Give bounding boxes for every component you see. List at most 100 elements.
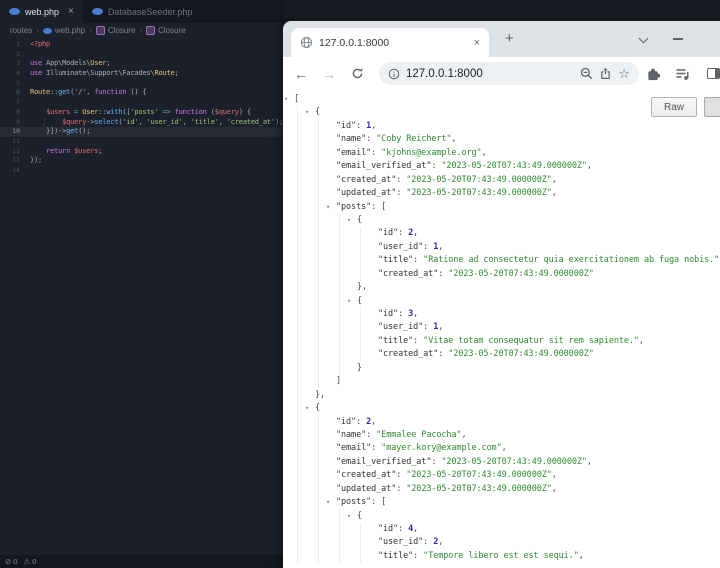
- code-line-2[interactable]: 2: [0, 50, 283, 60]
- bookmark-star-icon[interactable]: ☆: [618, 67, 630, 80]
- code-line-1[interactable]: 1 <?php: [0, 40, 283, 50]
- code-line-9[interactable]: 9 $query->select('id', 'user_id', 'title…: [0, 117, 283, 128]
- zoom-out-icon[interactable]: [580, 67, 593, 80]
- code-editor: web.php × DatabaseSeeder.php routes › we…: [0, 0, 283, 568]
- url-text: 127.0.0.1:8000: [406, 67, 483, 80]
- indent-guide: [360, 523, 361, 537]
- json-token: "email_verified_at": [336, 456, 432, 467]
- json-token: ,: [551, 174, 557, 185]
- json-line: ▾{: [283, 402, 720, 416]
- code-line-11[interactable]: 11: [0, 137, 283, 147]
- extensions-puzzle-icon[interactable]: [646, 57, 661, 90]
- indent-guide: [297, 106, 298, 120]
- indent-guide: [318, 549, 319, 564]
- code-line-10[interactable]: 10 }])->get();: [0, 127, 283, 137]
- code-area[interactable]: 1 <?php 2 3 use App\Models\User; 4 use Illumin…: [0, 40, 283, 176]
- collapse-toggle-icon[interactable]: ▾: [305, 106, 309, 119]
- breadcrumb-item-routes[interactable]: routes: [10, 26, 32, 35]
- collapse-toggle-icon[interactable]: ▾: [347, 295, 351, 308]
- collapse-toggle-icon[interactable]: ▾: [284, 93, 288, 106]
- browser-tab[interactable]: 127.0.0.1:8000 ×: [291, 28, 489, 57]
- json-token: :: [398, 228, 409, 239]
- json-line: "email_verified_at": "2023-05-20T07:43:4…: [283, 160, 720, 174]
- indent-guide: [339, 549, 340, 564]
- code-line-6[interactable]: 6 Route::get('/', function () {: [0, 88, 283, 98]
- line-number: 14: [12, 165, 20, 174]
- symbol-closure-icon: [146, 26, 156, 35]
- editor-tab-databaseseeder[interactable]: DatabaseSeeder.php: [83, 0, 202, 23]
- indent-guide: [318, 281, 319, 295]
- json-token: ,: [371, 120, 377, 131]
- code-line-3[interactable]: 3 use App\Models\User;: [0, 59, 283, 69]
- indent-guide: [318, 240, 319, 255]
- breadcrumb-item-closure[interactable]: Closure: [146, 26, 186, 35]
- indent-guide: [297, 375, 298, 389]
- breadcrumb-item-file[interactable]: web.php: [42, 26, 85, 35]
- json-line: "id": 4,: [283, 523, 720, 537]
- code-line-4[interactable]: 4 use Illuminate\Support\Facades\Route;: [0, 69, 283, 79]
- indent-guide: [318, 536, 319, 550]
- json-line: ▾{: [283, 106, 720, 120]
- json-token: ,: [413, 309, 419, 319]
- json-line: "title": "Tempore libero est est sequi."…: [283, 549, 720, 564]
- indent-guide: [318, 496, 319, 510]
- json-token: :: [438, 349, 449, 360]
- json-line: },: [283, 388, 720, 403]
- indent-guide: [360, 240, 361, 255]
- code-line-5[interactable]: 5: [0, 79, 283, 89]
- editor-tab-webphp[interactable]: web.php ×: [0, 0, 83, 23]
- json-token: "name": [336, 134, 367, 145]
- json-token: "kjohns@example.org": [381, 147, 482, 158]
- close-tab-icon[interactable]: ×: [68, 6, 74, 17]
- indent-guide: [297, 160, 298, 174]
- indent-guide: [297, 173, 298, 188]
- line-number: 4: [16, 69, 20, 78]
- code-line-7[interactable]: 7: [0, 98, 283, 108]
- json-token: :: [396, 470, 407, 481]
- json-line: "updated_at": "2023-05-20T07:43:49.00000…: [283, 482, 720, 497]
- editor-tab-bar: web.php × DatabaseSeeder.php: [0, 0, 283, 23]
- code-line-12[interactable]: 12 return $users;: [0, 147, 283, 157]
- json-token: "email_verified_at": [336, 161, 432, 172]
- editor-tab-label: web.php: [25, 6, 60, 17]
- collapse-toggle-icon[interactable]: ▾: [326, 201, 330, 214]
- json-token: ,: [501, 443, 507, 454]
- new-tab-button[interactable]: +: [505, 30, 514, 47]
- media-controls-icon[interactable]: [675, 57, 690, 90]
- breadcrumb-item-closure[interactable]: Closure: [95, 26, 135, 35]
- json-token: ,: [551, 470, 557, 481]
- collapse-toggle-icon[interactable]: ▾: [347, 214, 351, 227]
- json-token: : [: [371, 201, 387, 212]
- indent-guide: [297, 482, 298, 497]
- browser-toolbar: ← → 127.0.0.1:8000 ☆: [283, 57, 720, 90]
- json-token: "title": [378, 550, 414, 561]
- code-line-14[interactable]: 14: [0, 166, 283, 176]
- indent-guide: [318, 254, 319, 268]
- share-icon[interactable]: [599, 67, 612, 80]
- minimize-window-button[interactable]: [673, 38, 683, 40]
- address-bar[interactable]: 127.0.0.1:8000 ☆: [379, 62, 639, 85]
- code-text: });: [30, 156, 43, 165]
- problems-errors[interactable]: ⊘ 0: [5, 557, 17, 566]
- code-line-8[interactable]: 8 $users = User::with(['posts' => functi…: [0, 108, 283, 118]
- json-token: :: [398, 309, 409, 319]
- code-line-13[interactable]: 13});: [0, 156, 283, 166]
- line-number: 10: [12, 127, 20, 136]
- reload-button[interactable]: [345, 57, 369, 90]
- indent-guide: [318, 523, 319, 537]
- close-tab-icon[interactable]: ×: [474, 37, 480, 49]
- indent-guide: [318, 133, 319, 147]
- collapse-toggle-icon[interactable]: ▾: [305, 402, 309, 415]
- forward-button[interactable]: →: [317, 57, 341, 90]
- json-token: [: [294, 94, 300, 104]
- indent-guide: [297, 348, 298, 362]
- collapse-toggle-icon[interactable]: ▾: [347, 510, 351, 523]
- problems-warnings[interactable]: ⚠ 0: [23, 557, 36, 566]
- collapse-toggle-icon[interactable]: ▾: [326, 496, 330, 509]
- json-token: "Emmalee Pacocha": [376, 429, 462, 440]
- json-token: "created_at": [336, 470, 397, 481]
- tab-search-chevron-icon[interactable]: [638, 33, 649, 44]
- site-info-icon[interactable]: [388, 68, 400, 80]
- back-button[interactable]: ←: [289, 57, 313, 90]
- side-panel-icon[interactable]: [707, 68, 720, 79]
